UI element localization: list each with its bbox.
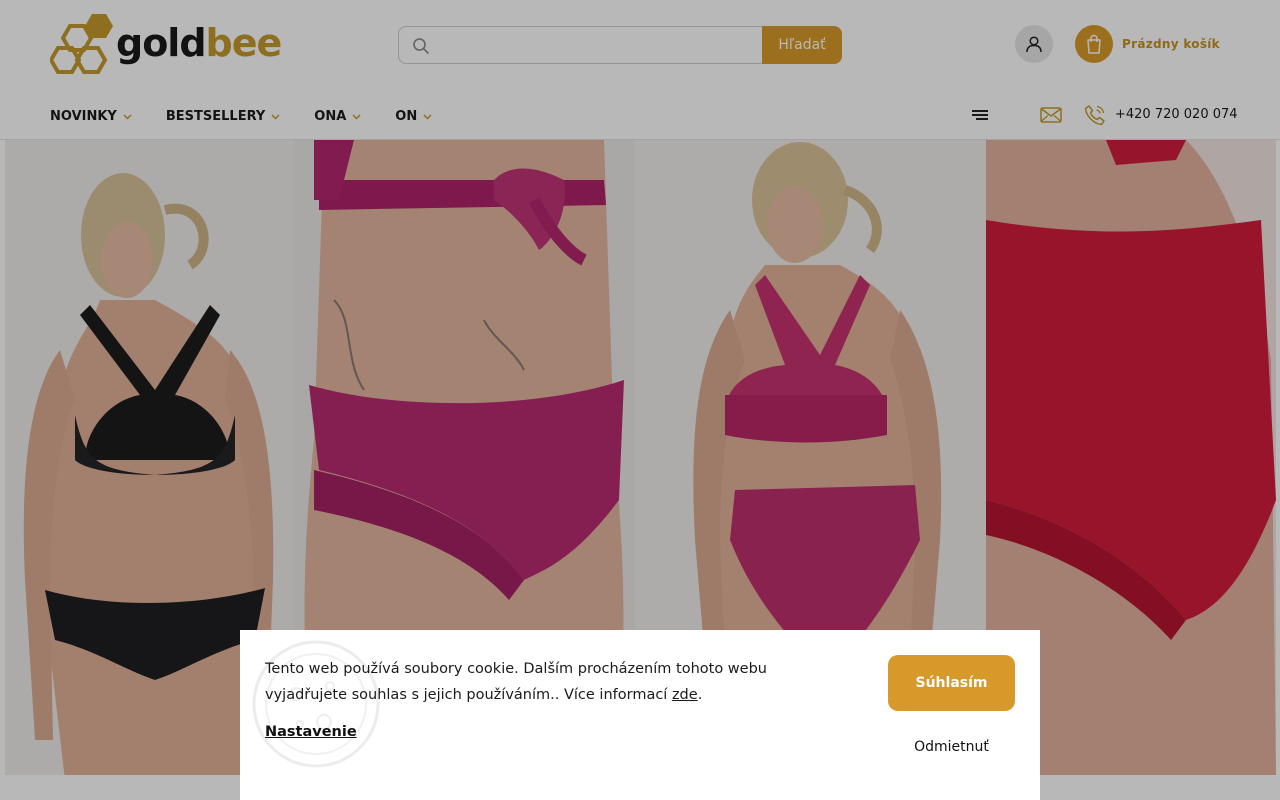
cookie-more-info-link[interactable]: zde — [672, 687, 698, 703]
cookie-message-end: . — [697, 687, 703, 703]
cookie-settings-link[interactable]: Nastavenie — [265, 724, 357, 740]
cookie-consent-bar: Tento web používá soubory cookie. Dalším… — [240, 630, 1040, 800]
cookie-accept-button[interactable]: Súhlasím — [888, 655, 1015, 711]
cookie-message: Tento web používá soubory cookie. Dalším… — [265, 656, 825, 708]
cookie-reject-button[interactable]: Odmietnuť — [888, 730, 1015, 764]
